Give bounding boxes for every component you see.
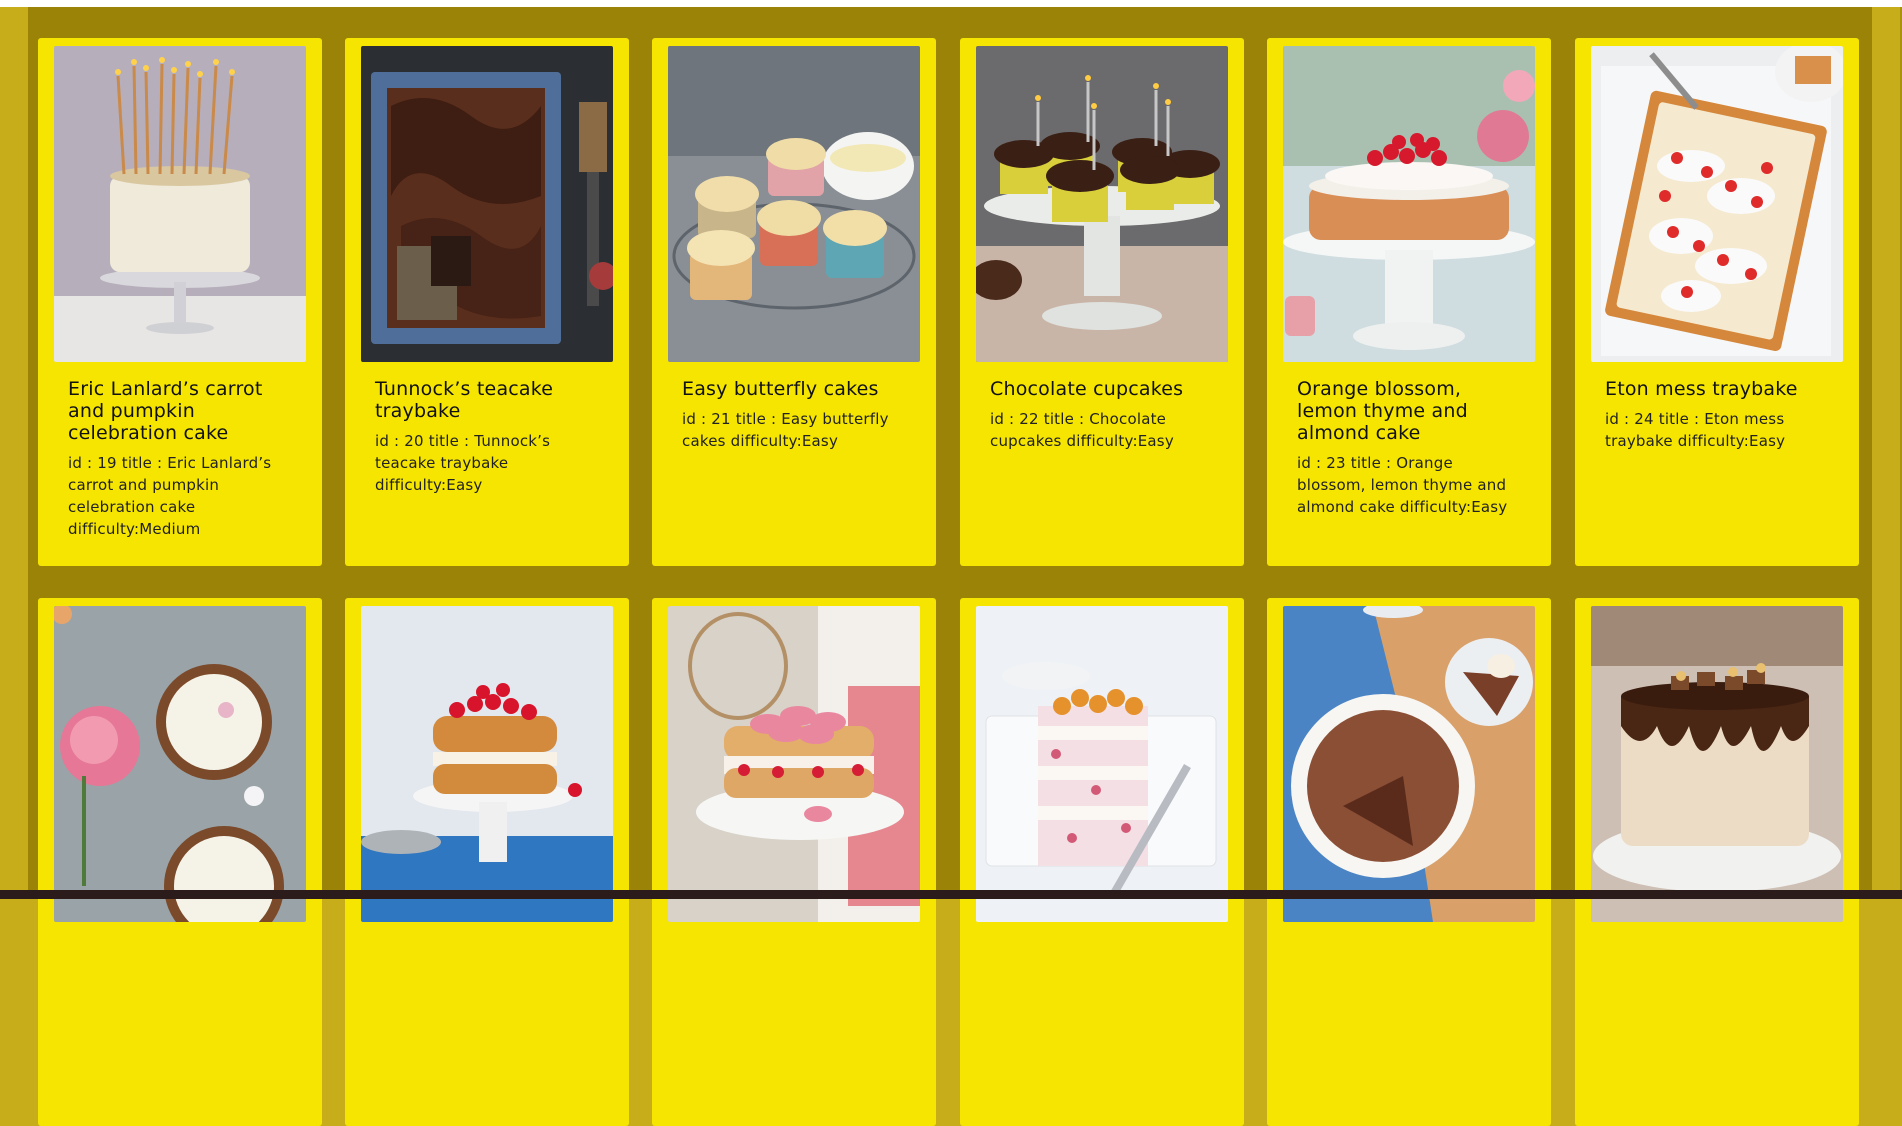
recipe-description: id : 22 title : Chocolate cupcakes diffi… bbox=[990, 410, 1174, 450]
recipe-card[interactable]: Eton mess traybake id : 24 title : Eton … bbox=[1575, 38, 1859, 566]
recipe-image[interactable] bbox=[1591, 606, 1843, 922]
recipe-title[interactable]: Chocolate cupcakes bbox=[990, 378, 1214, 400]
recipe-title[interactable]: Tunnock’s teacake traybake bbox=[375, 378, 599, 422]
recipe-card[interactable]: Easy butterfly cakes id : 21 title : Eas… bbox=[652, 38, 936, 566]
recipe-card[interactable] bbox=[652, 598, 936, 1126]
right-margin bbox=[1872, 7, 1902, 890]
bottom-edge bbox=[0, 890, 1902, 899]
recipe-title[interactable]: Easy butterfly cakes bbox=[682, 378, 906, 400]
recipe-card[interactable] bbox=[38, 598, 322, 1126]
recipe-description: id : 21 title : Easy butterfly cakes dif… bbox=[682, 410, 889, 450]
recipe-image[interactable] bbox=[54, 606, 306, 922]
recipe-card[interactable]: Chocolate cupcakes id : 22 title : Choco… bbox=[960, 38, 1244, 566]
recipe-image-orange-blossom-cake[interactable] bbox=[1283, 46, 1535, 362]
recipe-title[interactable]: Orange blossom, lemon thyme and almond c… bbox=[1297, 378, 1521, 444]
recipe-title[interactable]: Eric Lanlard’s carrot and pumpkin celebr… bbox=[68, 378, 292, 444]
recipe-description: id : 23 title : Orange blossom, lemon th… bbox=[1297, 454, 1508, 516]
recipe-image[interactable] bbox=[976, 606, 1228, 922]
top-edge bbox=[0, 0, 1902, 7]
recipe-image-chocolate-cupcakes[interactable] bbox=[976, 46, 1228, 362]
recipe-card[interactable]: Tunnock’s teacake traybake id : 20 title… bbox=[345, 38, 629, 566]
recipe-card[interactable] bbox=[1575, 598, 1859, 1126]
recipe-card[interactable] bbox=[1267, 598, 1551, 1126]
recipe-image[interactable] bbox=[668, 606, 920, 922]
recipe-card[interactable]: Eric Lanlard’s carrot and pumpkin celebr… bbox=[38, 38, 322, 566]
recipe-description: id : 20 title : Tunnock’s teacake trayba… bbox=[375, 432, 551, 494]
recipe-card[interactable] bbox=[345, 598, 629, 1126]
recipe-description: id : 24 title : Eton mess traybake diffi… bbox=[1605, 410, 1786, 450]
recipe-image[interactable] bbox=[361, 606, 613, 922]
recipe-image-teacake-traybake[interactable] bbox=[361, 46, 613, 362]
recipe-card[interactable] bbox=[960, 598, 1244, 1126]
recipe-image-butterfly-cakes[interactable] bbox=[668, 46, 920, 362]
recipe-image-carrot-cake[interactable] bbox=[54, 46, 306, 362]
recipe-description: id : 19 title : Eric Lanlard’s carrot an… bbox=[68, 454, 272, 538]
recipe-image-eton-mess-traybake[interactable] bbox=[1591, 46, 1843, 362]
recipe-card[interactable]: Orange blossom, lemon thyme and almond c… bbox=[1267, 38, 1551, 566]
recipe-image[interactable] bbox=[1283, 606, 1535, 922]
recipe-title[interactable]: Eton mess traybake bbox=[1605, 378, 1829, 400]
